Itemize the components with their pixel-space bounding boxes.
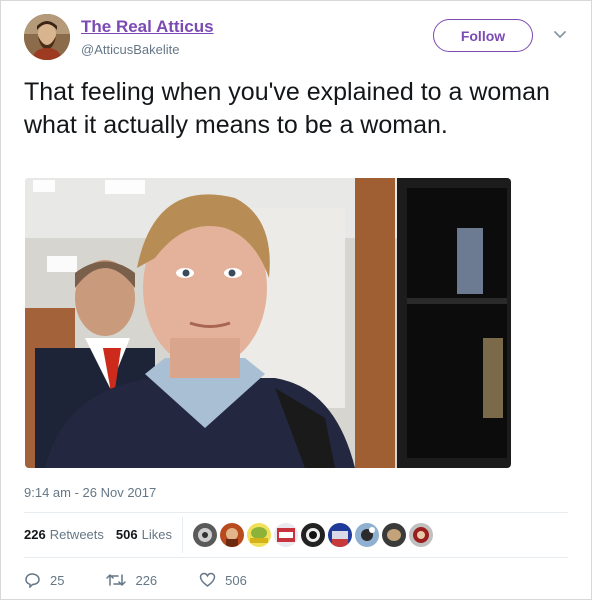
reply-button[interactable]: 25 (24, 572, 64, 588)
heart-icon (199, 572, 216, 587)
divider (24, 512, 568, 513)
liker-avatar[interactable] (382, 523, 406, 547)
follow-button[interactable]: Follow (433, 19, 533, 52)
liker-avatar[interactable] (355, 523, 379, 547)
user-handle[interactable]: @AtticusBakelite (81, 42, 179, 57)
liker-avatar[interactable] (301, 523, 325, 547)
retweet-stat[interactable]: 226 Retweets (24, 527, 104, 542)
likes-count: 506 (115, 527, 138, 542)
tweet-actions: 25 226 506 (24, 572, 289, 588)
tweet-timestamp[interactable]: 9:14 am - 26 Nov 2017 (24, 485, 156, 500)
tweet-media-image[interactable] (25, 178, 511, 468)
reply-icon (25, 573, 40, 588)
likes-label: Likes (141, 527, 172, 542)
liker-avatars (193, 523, 436, 547)
liker-avatar[interactable] (220, 523, 244, 547)
liker-avatar[interactable] (193, 523, 217, 547)
liker-avatar[interactable] (247, 523, 271, 547)
retweet-button[interactable]: 226 (106, 572, 157, 588)
divider (24, 557, 568, 558)
likes-stat[interactable]: 506 Likes (116, 527, 172, 542)
retweets-label: Retweets (49, 527, 104, 542)
avatar[interactable] (24, 14, 70, 60)
retweet-icon (106, 574, 127, 586)
liker-avatar[interactable] (274, 523, 298, 547)
divider (182, 517, 183, 553)
liker-avatar[interactable] (409, 523, 433, 547)
like-action-count: 506 (225, 572, 247, 588)
retweet-action-count: 226 (135, 572, 158, 588)
chevron-down-icon[interactable] (552, 26, 568, 42)
retweets-count: 226 (24, 527, 46, 542)
tweet-text: That feeling when you've explained to a … (24, 78, 550, 139)
display-name[interactable]: The Real Atticus (81, 17, 214, 37)
tweet-stats: 226 Retweets 506 Likes (24, 527, 172, 542)
reply-count: 25 (50, 572, 65, 588)
liker-avatar[interactable] (328, 523, 352, 547)
like-button[interactable]: 506 (199, 572, 247, 588)
